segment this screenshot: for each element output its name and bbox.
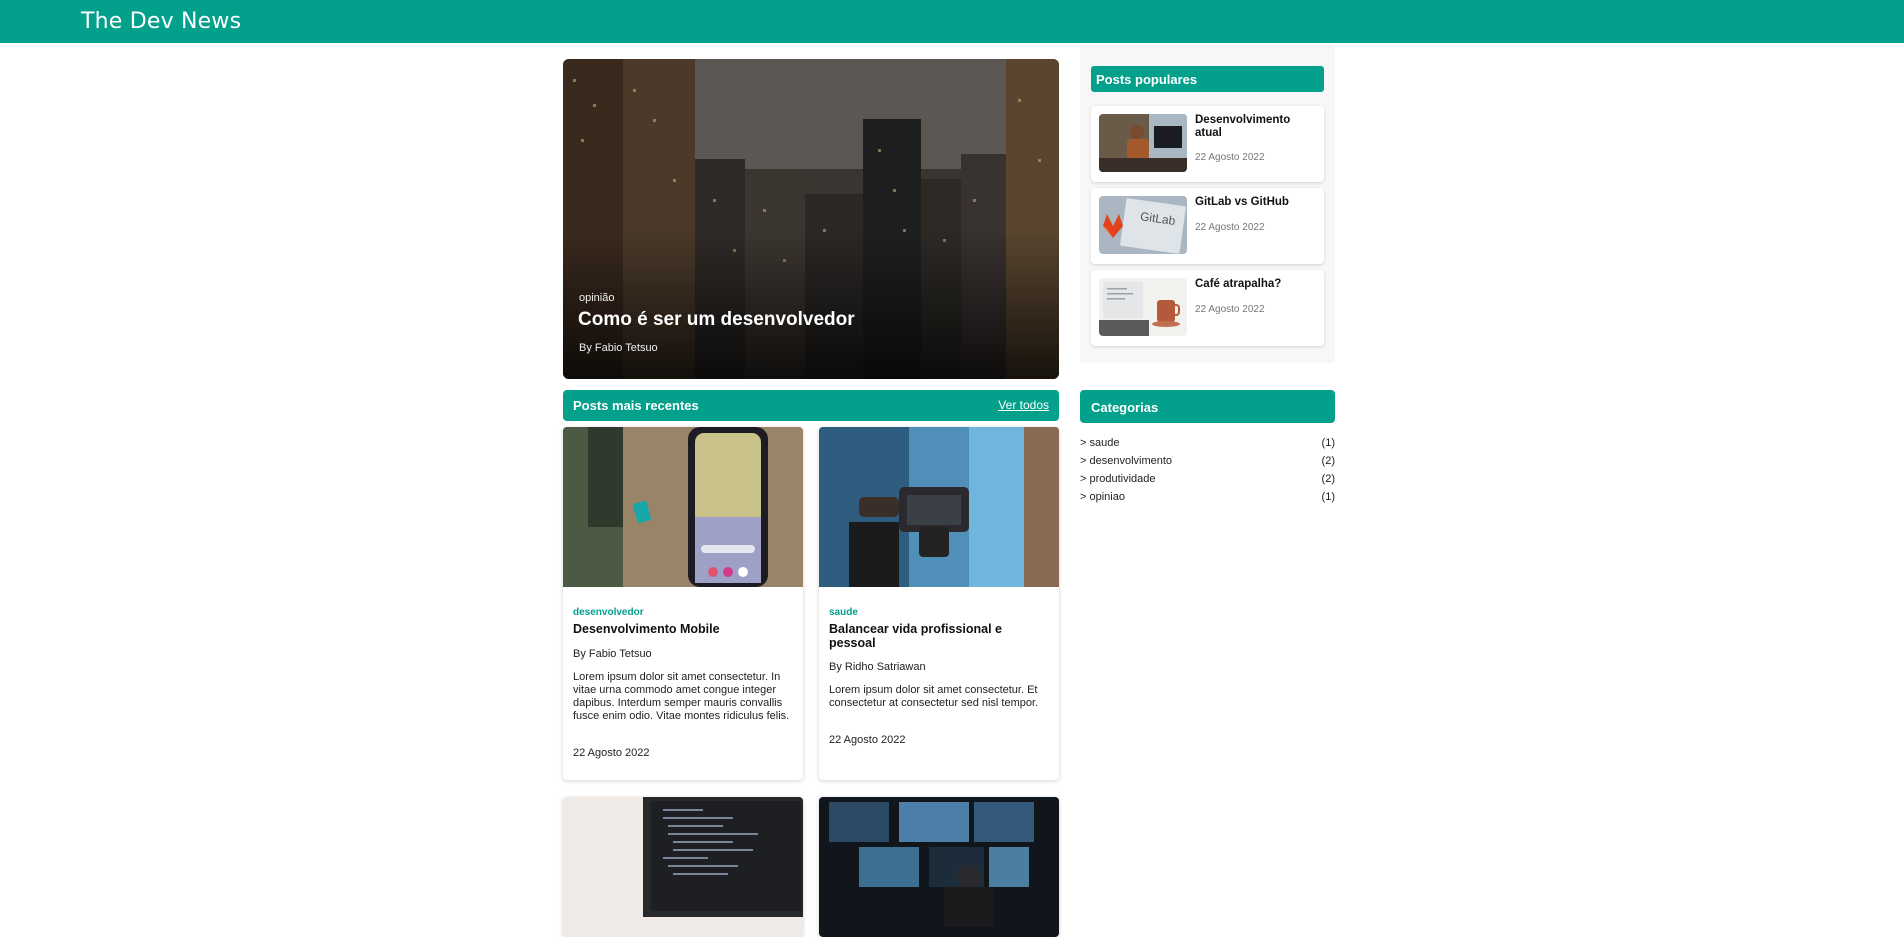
post-image xyxy=(563,427,803,587)
recent-posts-header: Posts mais recentes Ver todos xyxy=(563,390,1059,421)
category-count: (2) xyxy=(1321,473,1335,485)
post-card[interactable] xyxy=(819,797,1059,937)
category-item-produtividade[interactable]: > produtividade (2) xyxy=(1080,473,1335,489)
popular-posts-panel: Posts populares Desenvolvimento atual 22… xyxy=(1080,45,1335,363)
category-count: (1) xyxy=(1321,437,1335,449)
post-card[interactable] xyxy=(563,797,803,937)
post-excerpt: Lorem ipsum dolor sit amet consectetur. … xyxy=(829,684,1039,709)
popular-post-title[interactable]: Desenvolvimento atual xyxy=(1195,114,1315,140)
recent-posts-title: Posts mais recentes xyxy=(573,398,699,413)
post-category[interactable]: desenvolvedor xyxy=(573,607,644,618)
popular-post-date: 22 Agosto 2022 xyxy=(1195,152,1265,163)
hero-author: By Fabio Tetsuo xyxy=(579,342,658,354)
top-navbar: The Dev News xyxy=(0,0,1904,43)
hero-category: opinião xyxy=(579,292,615,304)
site-title[interactable]: The Dev News xyxy=(81,9,241,34)
post-title[interactable]: Balancear vida profissional e pessoal xyxy=(829,622,1051,650)
popular-post-title[interactable]: Café atrapalha? xyxy=(1195,278,1315,291)
popular-post-thumbnail xyxy=(1099,114,1187,172)
category-count: (1) xyxy=(1321,491,1335,503)
post-date: 22 Agosto 2022 xyxy=(829,734,906,746)
category-name[interactable]: > opiniao xyxy=(1080,491,1125,503)
post-card[interactable]: desenvolvedor Desenvolvimento Mobile By … xyxy=(563,427,803,780)
post-author: By Fabio Tetsuo xyxy=(573,648,652,660)
post-title[interactable]: Desenvolvimento Mobile xyxy=(573,622,795,636)
popular-posts-title: Posts populares xyxy=(1096,72,1198,87)
post-author: By Ridho Satriawan xyxy=(829,661,926,673)
post-excerpt: Lorem ipsum dolor sit amet consectetur. … xyxy=(573,671,790,722)
popular-post-item[interactable]: GitLab GitLab vs GitHub 22 Agosto 2022 xyxy=(1091,188,1324,264)
category-item-saude[interactable]: > saude (1) xyxy=(1080,437,1335,453)
categories-header: Categorias xyxy=(1080,390,1335,423)
post-category[interactable]: saude xyxy=(829,607,858,618)
category-item-desenvolvimento[interactable]: > desenvolvimento (2) xyxy=(1080,455,1335,471)
category-name[interactable]: > saude xyxy=(1080,437,1119,449)
popular-post-thumbnail: GitLab xyxy=(1099,196,1187,254)
category-name[interactable]: > produtividade xyxy=(1080,473,1156,485)
category-count: (2) xyxy=(1321,455,1335,467)
post-date: 22 Agosto 2022 xyxy=(573,747,650,759)
popular-post-thumbnail xyxy=(1099,278,1187,336)
view-all-link[interactable]: Ver todos xyxy=(998,398,1049,412)
category-item-opiniao[interactable]: > opiniao (1) xyxy=(1080,491,1335,507)
popular-post-item[interactable]: Desenvolvimento atual 22 Agosto 2022 xyxy=(1091,106,1324,182)
post-image xyxy=(563,797,803,937)
category-name[interactable]: > desenvolvimento xyxy=(1080,455,1172,467)
popular-post-item[interactable]: Café atrapalha? 22 Agosto 2022 xyxy=(1091,270,1324,346)
popular-post-date: 22 Agosto 2022 xyxy=(1195,304,1265,315)
post-image xyxy=(819,797,1059,937)
categories-title: Categorias xyxy=(1091,400,1159,415)
popular-post-date: 22 Agosto 2022 xyxy=(1195,222,1265,233)
popular-posts-header: Posts populares xyxy=(1091,66,1324,92)
post-card[interactable]: saude Balancear vida profissional e pess… xyxy=(819,427,1059,780)
hero-title[interactable]: Como é ser um desenvolvedor xyxy=(578,309,855,331)
post-image xyxy=(819,427,1059,587)
popular-post-title[interactable]: GitLab vs GitHub xyxy=(1195,196,1315,209)
hero-post[interactable]: opinião Como é ser um desenvolvedor By F… xyxy=(563,59,1059,379)
